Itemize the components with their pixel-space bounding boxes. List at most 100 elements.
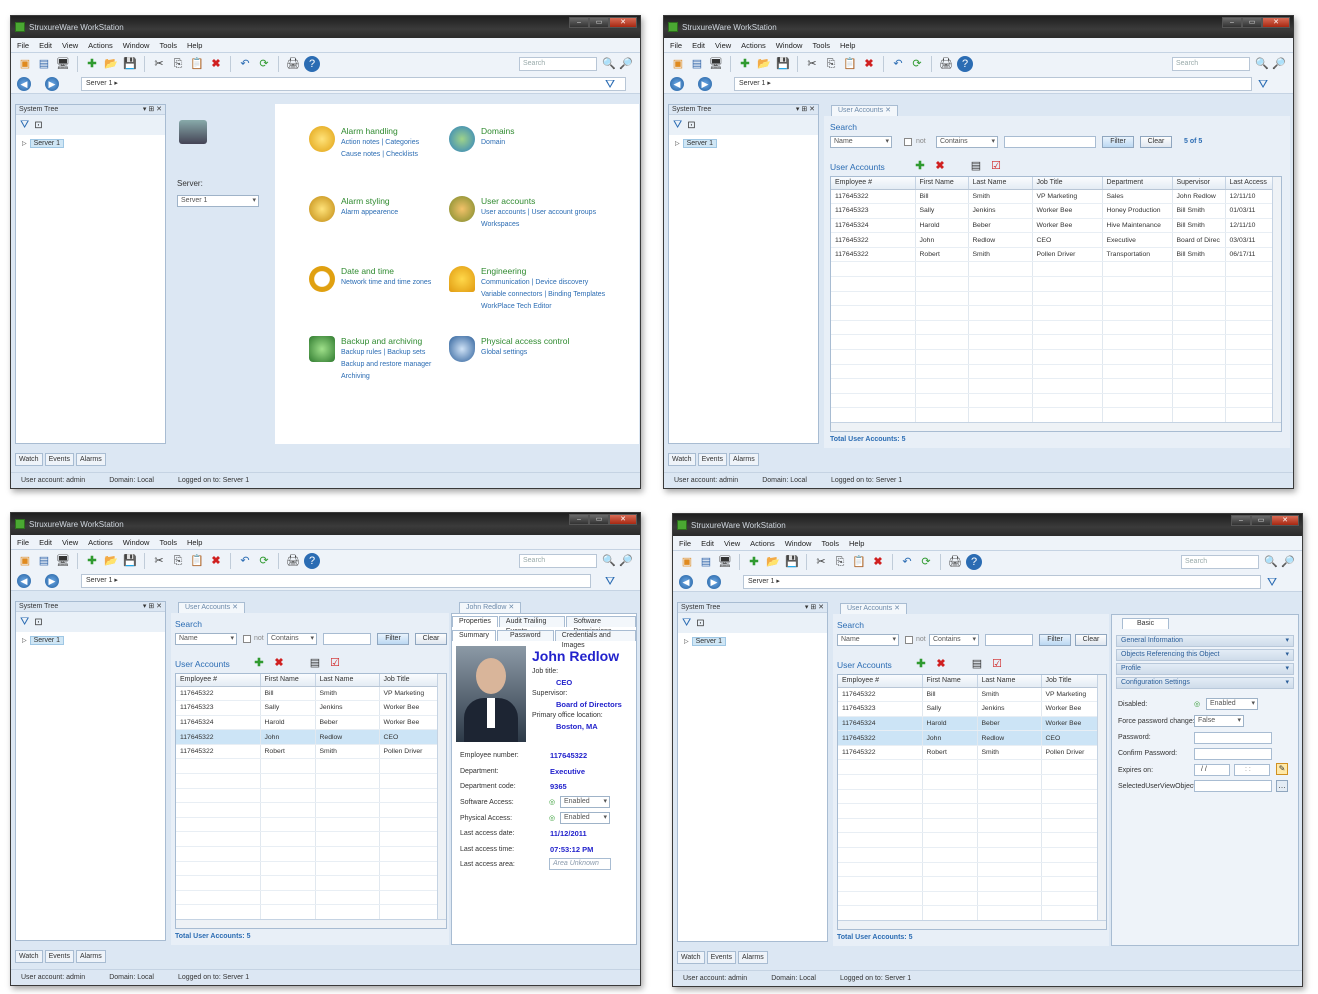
advanced-search-icon[interactable]: 🔎 [1280,554,1296,570]
not-checkbox[interactable] [905,636,913,644]
columns-icon[interactable]: ▤ [968,158,984,174]
tree-filter-icon[interactable]: ⛛ [673,119,682,132]
close-button[interactable]: ✕ [1262,17,1290,28]
categories-link[interactable]: Categories [385,139,419,146]
address-path[interactable]: Server 1 ▸ [81,574,591,588]
close-button[interactable]: ✕ [609,514,637,525]
tab-alarms[interactable]: Alarms [75,950,106,963]
close-button[interactable]: ✕ [1271,515,1299,526]
add-user-icon[interactable]: ✚ [912,158,928,174]
workspace-icon[interactable]: ▤ [36,553,52,569]
cut-icon[interactable]: ✂ [151,56,167,72]
menu-view[interactable]: View [62,538,78,547]
selected-user-view-object-field[interactable] [1194,780,1272,792]
menu-actions[interactable]: Actions [88,538,113,547]
cause-notes-link[interactable]: Cause notes [341,151,380,158]
filter-button[interactable]: Filter [377,633,409,645]
tab-events[interactable]: Events [706,951,736,964]
global-settings-link[interactable]: Global settings [481,349,527,356]
paste-icon[interactable]: 📋 [851,554,867,570]
menu-tools[interactable]: Tools [159,538,177,547]
tab-events[interactable]: Events [44,950,74,963]
tab-basic[interactable]: Basic [1122,618,1170,629]
menu-actions[interactable]: Actions [750,539,775,548]
menu-view[interactable]: View [715,41,731,50]
vertical-scrollbar[interactable] [1272,177,1281,422]
monitor-icon[interactable]: 🖥 [55,56,71,72]
open-icon[interactable]: 📂 [765,554,781,570]
advanced-search-icon[interactable]: 🔎 [618,56,634,72]
close-button[interactable]: ✕ [609,17,637,28]
paste-icon[interactable]: 📋 [189,56,205,72]
variable-connectors-link[interactable]: Variable connectors [481,291,542,298]
confirm-password-field[interactable] [1194,748,1272,760]
alarm-appearence-link[interactable]: Alarm appearence [341,209,398,216]
tab-alarms[interactable]: Alarms [728,453,759,466]
general-information-section[interactable]: General Information [1116,635,1294,647]
not-checkbox[interactable] [904,138,912,146]
advanced-search-icon[interactable]: 🔎 [618,553,634,569]
monitor-icon[interactable]: 🖥 [717,554,733,570]
open-icon[interactable]: 📂 [756,56,772,72]
forward-icon[interactable]: ▶ [45,77,59,91]
print-icon[interactable]: 🖨 [947,554,963,570]
tab-summary[interactable]: Summary [452,630,496,641]
table-row[interactable]: 117645322 Robert Smith Pollen Driver [176,744,446,760]
delete-icon[interactable]: ✖ [870,554,886,570]
menu-file[interactable]: File [17,41,29,50]
cut-icon[interactable]: ✂ [151,553,167,569]
search-field-select[interactable]: Name [837,634,899,646]
checklist-icon[interactable]: ☑ [989,656,1005,672]
menu-view[interactable]: View [724,539,740,548]
checklists-link[interactable]: Checklists [386,151,418,158]
tab-watch[interactable]: Watch [15,453,43,466]
not-checkbox[interactable] [243,635,251,643]
tab-audit-trailing[interactable]: Audit Trailing Events [498,616,566,635]
menu-window[interactable]: Window [123,538,150,547]
tree-expand-icon[interactable]: ⊡ [34,120,42,131]
calendar-edit-icon[interactable]: ✎ [1276,763,1288,775]
archiving-link[interactable]: Archiving [341,373,370,380]
add-icon[interactable]: ✚ [746,554,762,570]
copy-icon[interactable]: ⎘ [832,554,848,570]
menu-tools[interactable]: Tools [821,539,839,548]
workspace-icon[interactable]: ▤ [36,56,52,72]
vertical-scrollbar[interactable] [1097,675,1106,920]
edit-icon[interactable]: ▣ [17,56,33,72]
menu-file[interactable]: File [670,41,682,50]
forward-icon[interactable]: ▶ [707,575,721,589]
clear-button[interactable]: Clear [1075,634,1107,646]
backup-restore-link[interactable]: Backup and restore manager [341,361,431,368]
table-row[interactable]: 117645324 Harold Beber Worker Bee [176,715,446,731]
physical-access-select[interactable]: Enabled [560,812,610,824]
tab-software-permissions[interactable]: Software Permissions [566,616,636,635]
clear-button[interactable]: Clear [1140,136,1172,148]
workspace-icon[interactable]: ▤ [698,554,714,570]
undo-icon[interactable]: ↶ [237,553,253,569]
table-row[interactable]: 117645322 Robert Smith Pollen Driver Transpo… [831,247,1281,263]
add-icon[interactable]: ✚ [84,56,100,72]
menu-edit[interactable]: Edit [701,539,714,548]
table-row[interactable]: 117645323 Sally Jenkins Worker Bee [176,700,446,716]
tree-expand-icon[interactable]: ⊡ [687,120,695,131]
tree-filter-icon[interactable]: ⛛ [20,616,29,629]
menu-edit[interactable]: Edit [39,538,52,547]
delete-icon[interactable]: ✖ [208,56,224,72]
save-icon[interactable]: 💾 [784,554,800,570]
search-icon[interactable]: 🔍 [601,56,617,72]
minimize-button[interactable]: – [1222,17,1242,28]
operator-select[interactable]: Contains [936,136,998,148]
address-path[interactable]: Server 1 ▸ [81,77,626,91]
objects-referencing-section[interactable]: Objects Referencing this Object [1116,649,1294,661]
password-field[interactable] [1194,732,1272,744]
tab-events[interactable]: Events [697,453,727,466]
horizontal-scrollbar[interactable] [838,920,1106,929]
workplace-tech-editor-link[interactable]: WorkPlace Tech Editor [481,303,552,310]
disabled-select[interactable]: Enabled [1206,698,1258,710]
checklist-icon[interactable]: ☑ [327,655,343,671]
clear-button[interactable]: Clear [415,633,447,645]
tab-john-redlow[interactable]: John Redlow ✕ [459,602,522,613]
tree-item-server[interactable]: ▷ Server 1 [16,135,165,148]
menu-help[interactable]: Help [187,538,202,547]
table-row[interactable]: 117645323 Sally Jenkins Worker Bee [838,701,1106,717]
